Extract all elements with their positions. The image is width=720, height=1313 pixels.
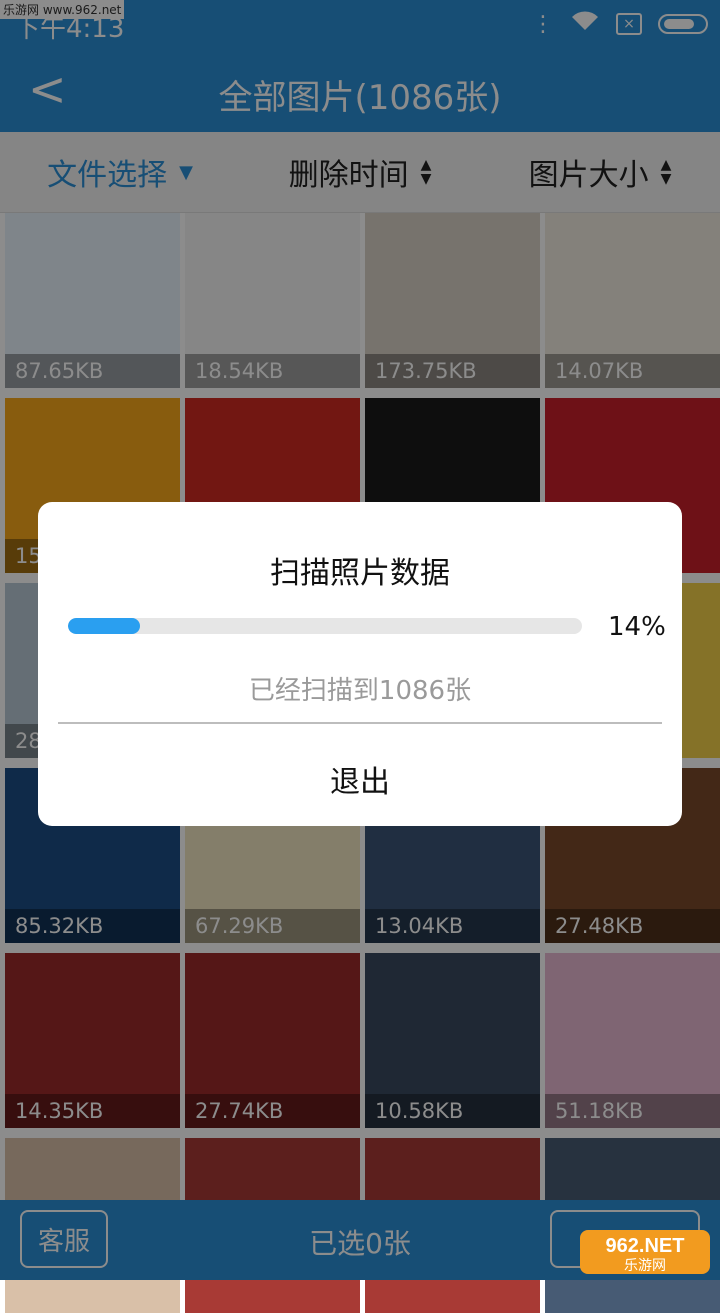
- scan-progress-bar: [68, 618, 582, 634]
- dialog-title: 扫描照片数据: [270, 556, 450, 591]
- scan-dialog: 扫描照片数据 14% 已经扫描到1086张 退出: [38, 502, 682, 826]
- scan-message: 已经扫描到1086张: [248, 676, 472, 706]
- exit-button[interactable]: 退出: [38, 757, 682, 801]
- brand-text: 962.NET: [606, 1235, 685, 1257]
- scan-progress-fill: [68, 618, 140, 634]
- progress-percent: 14%: [608, 612, 666, 642]
- dialog-divider: [58, 722, 662, 724]
- brand-logo: 962.NET 乐游网: [580, 1230, 710, 1274]
- brand-subtext: 乐游网: [624, 1257, 666, 1273]
